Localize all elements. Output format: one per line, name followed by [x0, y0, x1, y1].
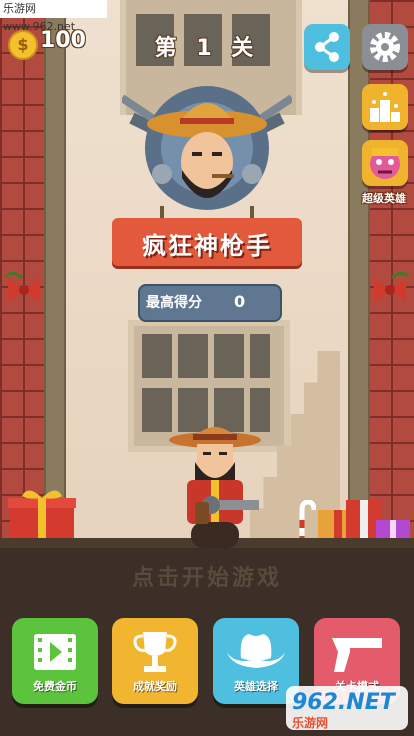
pillar-left — [44, 0, 66, 548]
hero-face-icon — [370, 148, 400, 179]
game-emblem — [122, 86, 292, 226]
podium-icon — [370, 92, 400, 122]
watermark-bottom-big: 962.NET — [292, 690, 395, 715]
achievement-rewards-button[interactable]: 成就奖励 — [112, 618, 198, 704]
start-prompt[interactable]: 点击开始游戏 — [0, 560, 414, 592]
video-icon — [34, 634, 76, 670]
super-hero-button[interactable] — [362, 140, 408, 186]
watermark-bottom-small: 乐游网 — [292, 716, 329, 730]
cowboy-character[interactable] — [165, 422, 275, 552]
settings-button[interactable] — [362, 24, 408, 70]
gun-icon — [332, 638, 382, 672]
share-icon — [315, 32, 339, 62]
super-hero-label: 超级英雄 — [362, 192, 406, 205]
gear-icon — [370, 32, 400, 62]
bow-right-icon — [374, 272, 409, 302]
trophy-icon — [133, 632, 177, 672]
bow-left-icon — [5, 272, 40, 302]
watermark-bottom: 962.NET 乐游网 — [286, 686, 408, 730]
share-button[interactable] — [304, 24, 350, 70]
high-score-label: 最高得分 — [146, 295, 202, 311]
hat-icon — [227, 634, 285, 668]
gift-left-icon — [8, 490, 76, 544]
high-score-value: 0 — [234, 292, 246, 311]
free-coins-label: 免费金币 — [33, 680, 77, 693]
leaderboard-button[interactable] — [362, 84, 408, 130]
pillar-right — [348, 0, 370, 548]
achievement-rewards-label: 成就奖励 — [133, 680, 177, 693]
game-title: 疯狂神枪手 — [142, 232, 272, 260]
free-coins-button[interactable]: 免费金币 — [12, 618, 98, 704]
watermark-top: 乐游网 www.962.net — [0, 0, 107, 33]
